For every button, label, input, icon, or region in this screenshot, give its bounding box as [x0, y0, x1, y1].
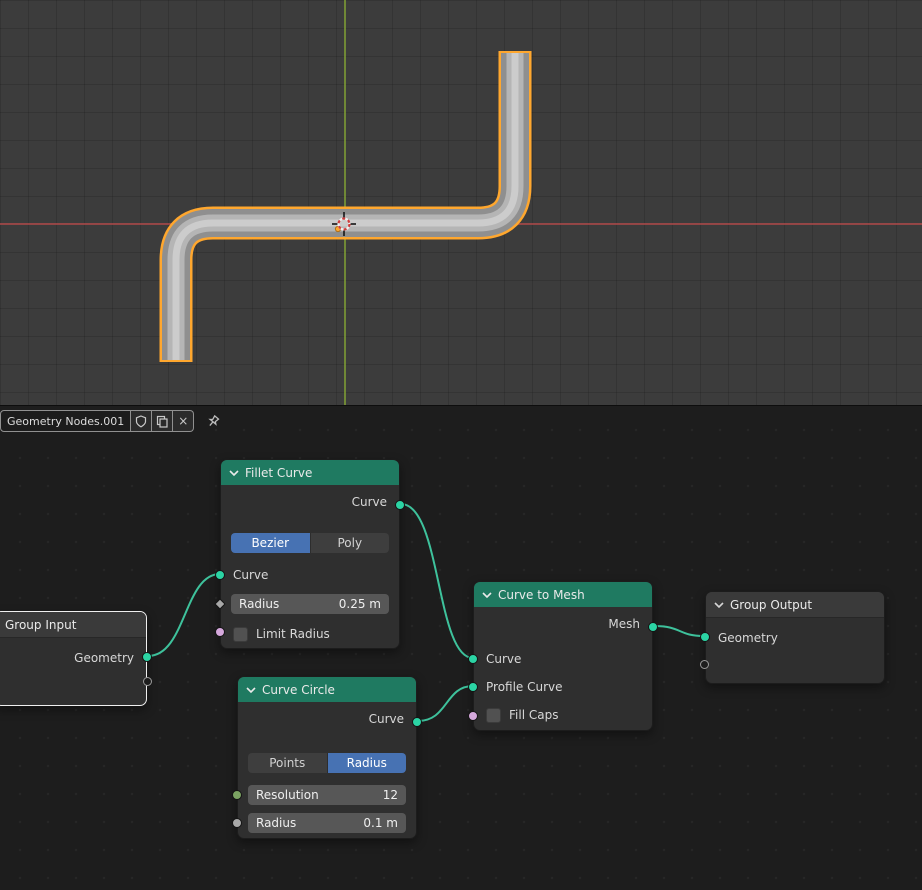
shield-icon [135, 415, 147, 428]
chevron-down-icon[interactable] [246, 686, 256, 694]
close-icon: × [178, 414, 188, 428]
mode-toggle: Points Radius [248, 753, 406, 773]
unlink-button[interactable]: × [173, 410, 194, 432]
node-title: Group Output [730, 598, 812, 612]
chevron-down-icon[interactable] [714, 601, 724, 609]
pin-icon [206, 414, 221, 429]
node-tree-name: Geometry Nodes.001 [7, 415, 124, 428]
node-tree-name-field[interactable]: Geometry Nodes.001 [0, 410, 131, 432]
socket-virtual-input[interactable] [700, 660, 709, 669]
socket-mesh-output[interactable] [648, 622, 658, 632]
viewport-3d[interactable] [0, 0, 922, 405]
socket-curve-input[interactable] [215, 570, 225, 580]
field-value: 0.1 m [363, 816, 398, 830]
radius-field[interactable]: Radius 0.25 m [231, 594, 389, 614]
socket-row-geometry-input: Geometry [706, 623, 884, 653]
socket-label: Curve [486, 652, 521, 666]
field-value: 0.25 m [339, 597, 381, 611]
socket-curve-output[interactable] [395, 500, 405, 510]
fill-caps-row: Fill Caps [474, 701, 652, 729]
node-fillet-curve[interactable]: Fillet Curve Curve Bezier Poly Curve Rad… [220, 459, 400, 649]
node-tree-selector: Geometry Nodes.001 × [0, 410, 221, 432]
checkbox-label: Fill Caps [509, 708, 558, 722]
field-label: Radius [256, 816, 296, 830]
node-curve-circle-header[interactable]: Curve Circle [238, 677, 416, 702]
socket-row-curve-output: Curve [221, 485, 399, 519]
socket-label: Mesh [608, 617, 640, 631]
socket-row-geometry-output: Geometry [0, 643, 146, 673]
field-value: 12 [383, 788, 398, 802]
resolution-field[interactable]: Resolution 12 [248, 785, 406, 805]
link-filletcurve-curvetomesh [401, 504, 473, 658]
pipe-object[interactable] [0, 0, 922, 405]
pipe-selection-outline [176, 51, 515, 362]
mode-button-bezier[interactable]: Bezier [231, 533, 310, 553]
link-curvetomesh-groupoutput [654, 626, 704, 636]
blender-window: Geometry Nodes.001 × [0, 0, 922, 890]
field-label: Radius [239, 597, 279, 611]
chevron-down-icon[interactable] [482, 591, 492, 599]
geometry-node-editor[interactable]: Geometry Nodes.001 × [0, 405, 922, 890]
node-curve-to-mesh-header[interactable]: Curve to Mesh [474, 582, 652, 607]
socket-label: Geometry [718, 631, 778, 645]
mode-toggle: Bezier Poly [231, 533, 389, 553]
socket-row-mesh-output: Mesh [474, 607, 652, 641]
fake-user-button[interactable] [131, 410, 152, 432]
field-label: Resolution [256, 788, 319, 802]
node-curve-circle[interactable]: Curve Circle Curve Points Radius Resolut… [237, 676, 417, 839]
mode-button-points[interactable]: Points [248, 753, 327, 773]
socket-fill-caps-input[interactable] [468, 711, 478, 721]
socket-label: Geometry [74, 651, 134, 665]
node-fillet-curve-header[interactable]: Fillet Curve [221, 460, 399, 485]
socket-label: Curve [233, 568, 268, 582]
socket-row-curve-input: Curve [474, 645, 652, 673]
node-title: Group Input [5, 618, 76, 632]
socket-row-curve-output: Curve [238, 702, 416, 736]
copy-icon [156, 415, 168, 428]
node-title: Fillet Curve [245, 466, 312, 480]
socket-resolution-input[interactable] [232, 790, 242, 800]
mode-button-radius[interactable]: Radius [327, 753, 407, 773]
node-title: Curve to Mesh [498, 588, 585, 602]
socket-profile-curve-input[interactable] [468, 682, 478, 692]
chevron-down-icon[interactable] [229, 469, 239, 477]
socket-geometry-input[interactable] [700, 632, 710, 642]
socket-label: Curve [352, 495, 387, 509]
socket-curve-output[interactable] [412, 717, 422, 727]
socket-row-curve-input: Curve [221, 561, 399, 589]
node-group-input[interactable]: Group Input Geometry [0, 611, 147, 706]
node-group-input-header[interactable]: Group Input [0, 612, 146, 638]
pin-button[interactable] [206, 414, 221, 429]
limit-radius-checkbox[interactable] [233, 627, 248, 642]
socket-radius-input[interactable] [232, 818, 242, 828]
socket-row-profile-curve-input: Profile Curve [474, 673, 652, 701]
node-curve-to-mesh[interactable]: Curve to Mesh Mesh Curve Profile Curve F… [473, 581, 653, 731]
link-groupinput-filletcurve [148, 574, 220, 656]
socket-geometry-output[interactable] [142, 652, 152, 662]
node-group-output[interactable]: Group Output Geometry [705, 591, 885, 684]
link-curvecircle-curvetomesh [418, 686, 473, 721]
checkbox-label: Limit Radius [256, 627, 330, 641]
socket-limit-radius-input[interactable] [215, 627, 225, 637]
new-copy-button[interactable] [152, 410, 173, 432]
socket-label: Profile Curve [486, 680, 563, 694]
socket-label: Curve [369, 712, 404, 726]
fill-caps-checkbox[interactable] [486, 708, 501, 723]
mode-button-poly[interactable]: Poly [310, 533, 390, 553]
socket-curve-input[interactable] [468, 654, 478, 664]
limit-radius-row: Limit Radius [221, 622, 399, 646]
radius-field[interactable]: Radius 0.1 m [248, 813, 406, 833]
node-group-output-header[interactable]: Group Output [706, 592, 884, 618]
node-title: Curve Circle [262, 683, 335, 697]
socket-virtual-output[interactable] [143, 677, 152, 686]
